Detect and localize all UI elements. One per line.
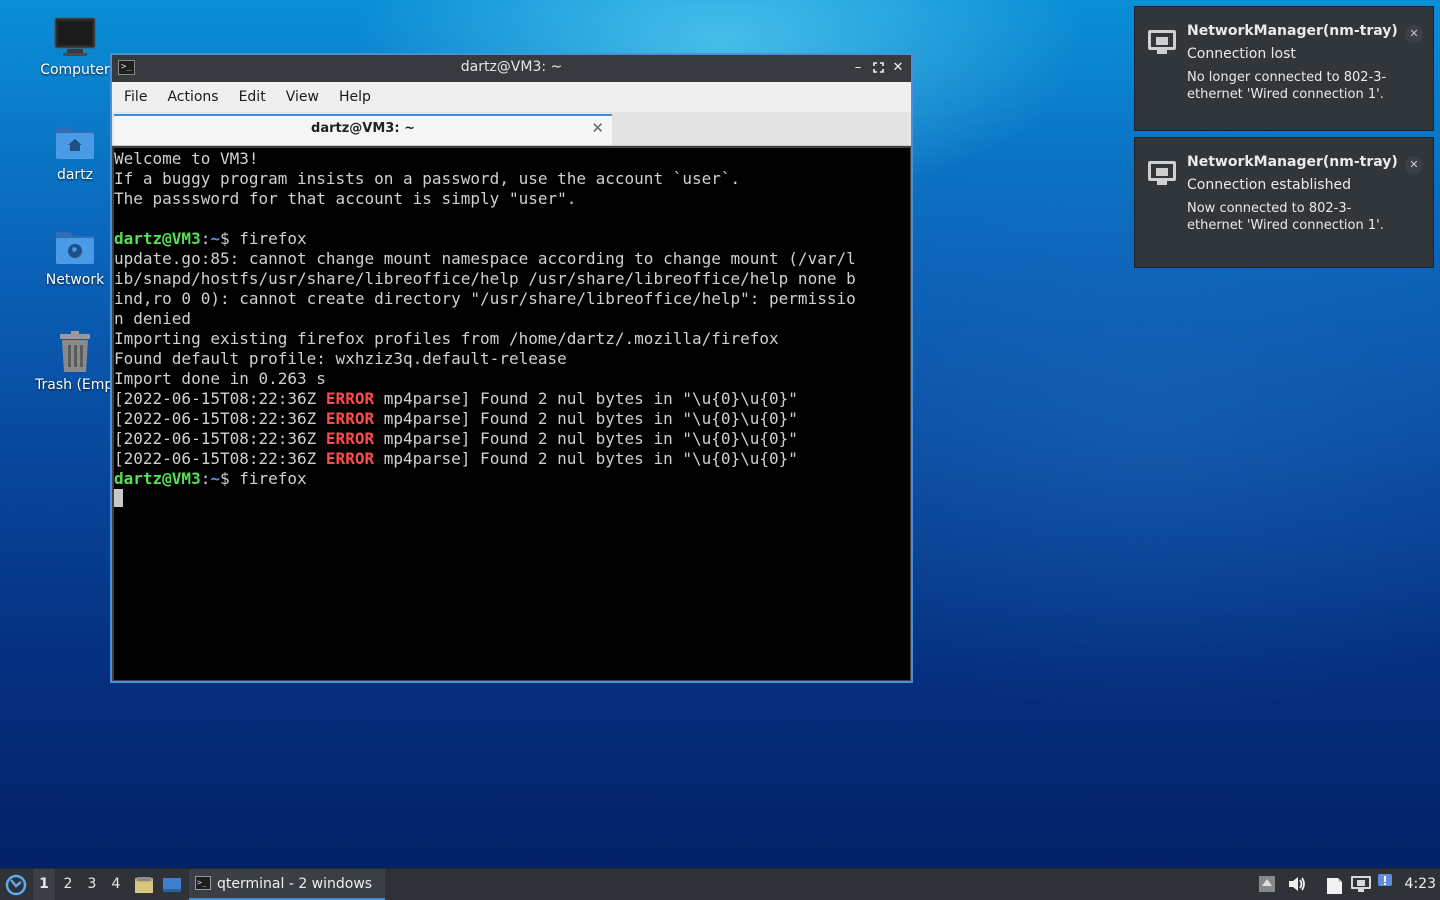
terminal-text: Welcome to VM3! If a buggy program insis… [114,148,910,509]
tray-network[interactable] [1350,875,1372,897]
menu-file[interactable]: File [114,89,157,105]
lxqt-logo-icon [5,874,27,896]
terminal-output[interactable]: Welcome to VM3! If a buggy program insis… [114,148,910,680]
notification-body: No longer connected to 802-3-ethernet 'W… [1187,70,1387,102]
error-label: ERROR [325,389,375,408]
prompt-path: ~ [210,469,220,488]
notification-icon [1378,874,1392,886]
tab-label: dartz@VM3: ~ [311,121,415,136]
task-label: qterminal - 2 windows [217,876,373,892]
error-label: ERROR [325,429,375,448]
notification-body: Now connected to 802-3-ethernet 'Wired c… [1187,201,1384,233]
notification-close-button[interactable]: ✕ [1405,156,1423,174]
minimize-button[interactable]: – [849,59,867,77]
volume-icon [1289,877,1305,891]
command-text: firefox [239,469,307,488]
notification-connection-lost[interactable]: NetworkManager(nm-tray) Connection lost … [1134,6,1434,131]
notification-app-name: NetworkManager(nm-tray) [1187,154,1398,170]
network-wired-icon [1148,30,1176,54]
network-folder-icon [56,232,94,264]
quicklaunch-desktop[interactable] [160,869,184,900]
tray-updates[interactable] [1258,875,1276,897]
workspace-1[interactable]: 1 [33,869,55,900]
taskbar-task-qterminal[interactable]: >_ qterminal - 2 windows [189,869,385,900]
menu-bar: File Actions Edit View Help [112,82,911,112]
notification-summary: Connection lost [1187,46,1296,62]
error-label: ERROR [325,409,375,428]
terminal-icon: >_ [195,876,211,890]
window-titlebar[interactable]: >_ dartz@VM3: ~ – ✕ [112,55,911,82]
workspace-3[interactable]: 3 [81,869,103,900]
desktop-icon-label: Trash (Empty) [35,377,117,393]
tab-bar: dartz@VM3: ~ ✕ [112,112,911,146]
notification-summary: Connection established [1187,177,1351,193]
window-title: dartz@VM3: ~ [460,59,563,75]
maximize-icon [872,62,884,73]
updates-icon [1259,876,1275,892]
notification-app-name: NetworkManager(nm-tray) [1187,23,1398,39]
error-label: ERROR [325,449,375,468]
terminal-cursor [114,489,123,507]
menu-actions[interactable]: Actions [157,89,228,105]
network-wired-icon [1351,876,1371,892]
notification-connection-established[interactable]: NetworkManager(nm-tray) Connection estab… [1134,137,1434,268]
home-folder-icon [56,127,94,159]
prompt-user: dartz@VM3 [114,229,201,248]
clipboard-icon [1327,878,1342,894]
close-button[interactable]: ✕ [889,59,907,77]
command-text: firefox [239,229,307,248]
clock[interactable]: 4:23 [1405,869,1436,900]
taskbar: 1 2 3 4 >_ qterminal - 2 windows 4:23 [0,868,1440,900]
prompt-path: ~ [210,229,220,248]
tray-notifications[interactable] [1377,873,1393,893]
tab-close-icon[interactable]: ✕ [591,119,604,137]
start-menu-button[interactable] [2,869,30,900]
menu-edit[interactable]: Edit [229,89,276,105]
trash-icon [60,331,90,372]
menu-view[interactable]: View [276,89,329,105]
show-desktop-icon [163,878,181,892]
workspace-2[interactable]: 2 [57,869,79,900]
network-wired-icon [1148,161,1176,185]
prompt-user: dartz@VM3 [114,469,201,488]
tab-terminal[interactable]: dartz@VM3: ~ ✕ [114,114,612,145]
computer-icon [54,17,96,56]
workspace-4[interactable]: 4 [105,869,127,900]
maximize-button[interactable] [869,59,887,77]
tray-volume[interactable] [1287,875,1307,897]
terminal-window[interactable]: >_ dartz@VM3: ~ – ✕ File Actions Edit Vi… [110,53,913,683]
tray-clipboard[interactable] [1324,875,1344,899]
file-manager-icon [135,877,153,893]
quicklaunch-files[interactable] [132,869,156,900]
notification-close-button[interactable]: ✕ [1405,25,1423,43]
menu-help[interactable]: Help [329,89,381,105]
